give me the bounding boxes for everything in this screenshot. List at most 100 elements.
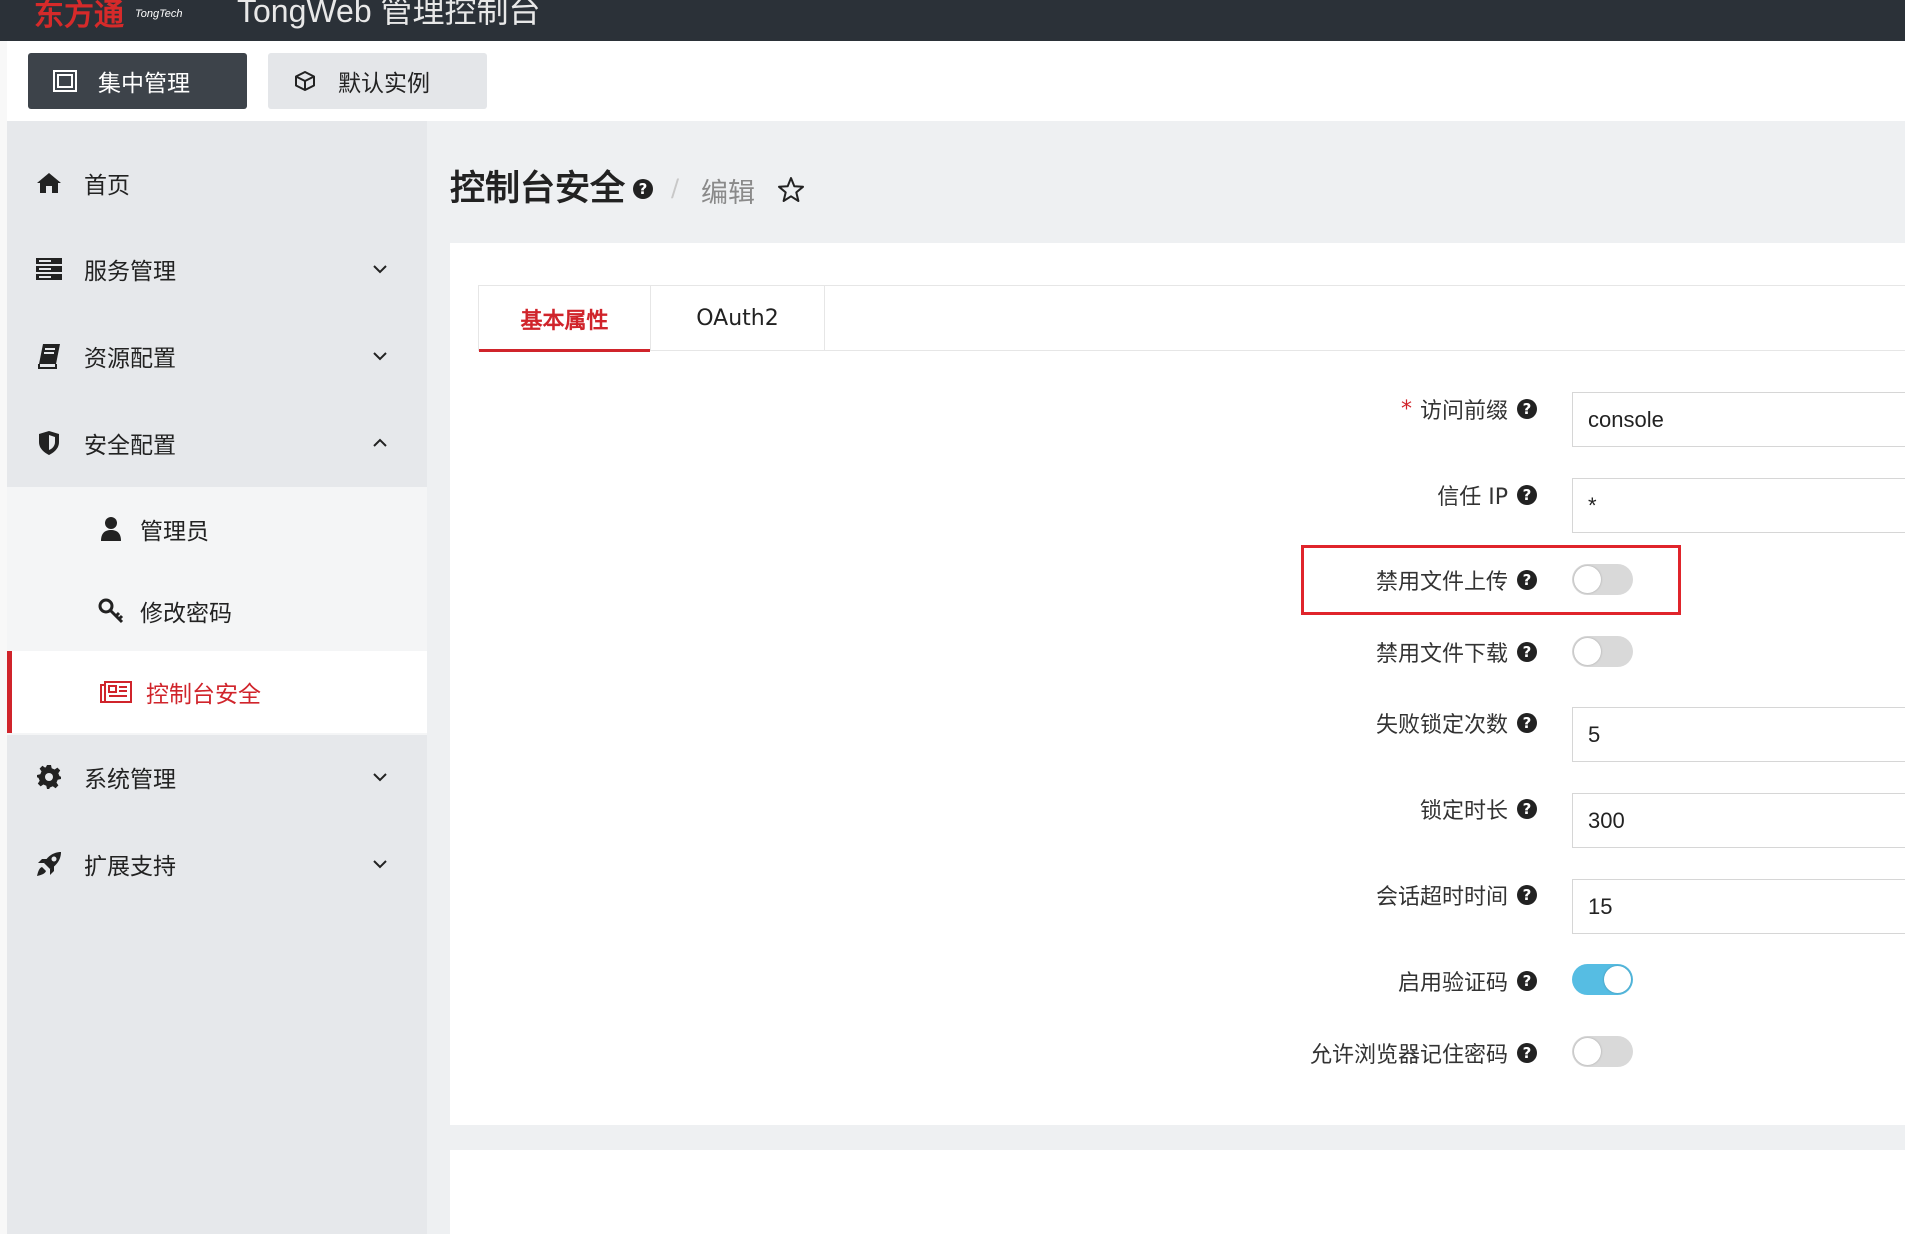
chevron-down-icon <box>369 345 391 367</box>
svg-text:?: ? <box>1523 800 1532 818</box>
svg-text:?: ? <box>1523 643 1532 661</box>
svg-text:?: ? <box>1523 486 1532 504</box>
sidebar-item-service-management[interactable]: 服务管理 <box>7 226 427 312</box>
rocket-icon <box>33 848 65 880</box>
default-instance-button[interactable]: 默认实例 <box>268 53 487 109</box>
sidebar-item-system-management[interactable]: 系统管理 <box>7 734 427 820</box>
svg-text:?: ? <box>1523 400 1532 418</box>
lock-duration-label-text: 锁定时长 <box>1419 799 1508 824</box>
sidebar-item-label: 安全配置 <box>84 433 176 459</box>
default-instance-label: 默认实例 <box>338 71 430 97</box>
svg-text:?: ? <box>639 180 648 198</box>
disable-download-label: 禁用文件下载 ? <box>1376 636 1538 668</box>
disable-download-label-text: 禁用文件下载 <box>1375 642 1508 667</box>
chevron-up-icon <box>369 432 391 454</box>
toggle-knob <box>1604 966 1631 993</box>
trust-ip-input[interactable]: * <box>1572 478 1905 533</box>
sidebar-item-label: 修改密码 <box>140 601 232 627</box>
chevron-down-icon <box>369 258 391 280</box>
logo-subtitle: TongTech <box>135 8 183 20</box>
captcha-label: 启用验证码 ? <box>1398 965 1538 997</box>
sidebar-item-label: 管理员 <box>140 519 209 545</box>
highlight-box <box>1301 545 1681 615</box>
home-icon <box>33 167 65 199</box>
trust-ip-label: 信任 IP ? <box>1437 479 1538 511</box>
tab-basic-properties[interactable]: 基本属性 <box>478 286 651 352</box>
sidebar-item-security-config[interactable]: 安全配置 <box>7 400 427 486</box>
user-icon <box>95 513 127 545</box>
app-title: TongWeb 管理控制台 <box>237 0 541 29</box>
svg-text:?: ? <box>1523 886 1532 904</box>
help-icon[interactable]: ? <box>1516 398 1538 420</box>
prefix-label: * 访问前缀 ? <box>1401 393 1538 425</box>
newspaper-icon <box>100 676 132 708</box>
sidebar-item-label: 资源配置 <box>84 346 176 372</box>
sidebar-item-label: 扩展支持 <box>84 854 176 880</box>
key-icon <box>95 595 127 627</box>
disable-download-toggle[interactable] <box>1572 636 1633 667</box>
remember-password-label-text: 允许浏览器记住密码 <box>1309 1043 1508 1068</box>
help-icon[interactable]: ? <box>1516 798 1538 820</box>
session-timeout-label: 会话超时时间 ? <box>1376 879 1538 911</box>
frame-icon <box>50 66 80 96</box>
sidebar-item-label: 控制台安全 <box>146 682 261 708</box>
breadcrumb-current: 编辑 <box>701 178 755 209</box>
tab-label: 基本属性 <box>520 308 609 334</box>
lock-count-input[interactable]: 5 <box>1572 707 1905 762</box>
centralized-management-label: 集中管理 <box>98 71 190 97</box>
required-mark: * <box>1400 396 1412 422</box>
help-icon[interactable]: ? <box>1516 712 1538 734</box>
lock-count-label: 失败锁定次数 ? <box>1376 707 1538 739</box>
sidebar-item-label: 系统管理 <box>84 767 176 793</box>
svg-text:?: ? <box>1523 1044 1532 1062</box>
mode-bar: 集中管理 默认实例 <box>7 41 1905 121</box>
star-icon[interactable] <box>777 176 805 204</box>
tab-oauth2[interactable]: OAuth2 <box>651 286 825 351</box>
remember-password-toggle[interactable] <box>1572 1036 1633 1067</box>
svg-text:?: ? <box>1523 972 1532 990</box>
toggle-knob <box>1574 638 1601 665</box>
remember-password-label: 允许浏览器记住密码 ? <box>1310 1037 1538 1069</box>
server-icon <box>33 253 65 285</box>
sidebar-item-label: 服务管理 <box>84 259 176 285</box>
tab-label: OAuth2 <box>696 306 779 331</box>
sidebar-item-home[interactable]: 首页 <box>7 140 427 226</box>
left-edge <box>0 41 7 1234</box>
lock-duration-label: 锁定时长 ? <box>1420 793 1538 825</box>
lock-count-label-text: 失败锁定次数 <box>1375 713 1508 738</box>
sidebar-item-extension-support[interactable]: 扩展支持 <box>7 821 427 907</box>
trust-ip-label-text: 信任 IP <box>1437 485 1508 510</box>
breadcrumb-separator: / <box>671 174 680 202</box>
secondary-card <box>450 1150 1905 1234</box>
gear-icon <box>33 761 65 793</box>
prefix-input[interactable]: console <box>1572 392 1905 447</box>
session-timeout-label-text: 会话超时时间 <box>1375 885 1508 910</box>
lock-duration-input[interactable]: 300 <box>1572 793 1905 848</box>
help-icon[interactable]: ? <box>1516 641 1538 663</box>
sidebar-item-console-security[interactable]: 控制台安全 <box>7 651 427 733</box>
sidebar-item-change-password[interactable]: 修改密码 <box>7 570 427 652</box>
logo: 东方通 <box>34 0 124 33</box>
tab-bar: 基本属性 OAuth2 <box>478 285 1905 352</box>
chevron-down-icon <box>369 766 391 788</box>
help-icon[interactable]: ? <box>1516 970 1538 992</box>
sidebar-item-administrator[interactable]: 管理员 <box>7 488 427 570</box>
svg-text:?: ? <box>1523 714 1532 732</box>
help-icon[interactable]: ? <box>1516 884 1538 906</box>
sidebar-item-label: 首页 <box>84 173 130 199</box>
sidebar-item-resource-config[interactable]: 资源配置 <box>7 313 427 399</box>
cube-icon <box>290 66 320 96</box>
book-icon <box>33 340 65 372</box>
captcha-toggle[interactable] <box>1572 964 1633 995</box>
help-icon[interactable]: ? <box>1516 484 1538 506</box>
centralized-management-button[interactable]: 集中管理 <box>28 53 247 109</box>
page-title: 控制台安全 <box>450 169 626 209</box>
form-card <box>450 243 1905 1125</box>
chevron-down-icon <box>369 853 391 875</box>
toggle-knob <box>1574 1038 1601 1065</box>
active-indicator <box>7 651 12 733</box>
help-icon[interactable]: ? <box>1516 1042 1538 1064</box>
session-timeout-input[interactable]: 15 <box>1572 879 1905 934</box>
prefix-label-text: 访问前缀 <box>1419 399 1508 424</box>
help-icon[interactable]: ? <box>632 178 654 200</box>
